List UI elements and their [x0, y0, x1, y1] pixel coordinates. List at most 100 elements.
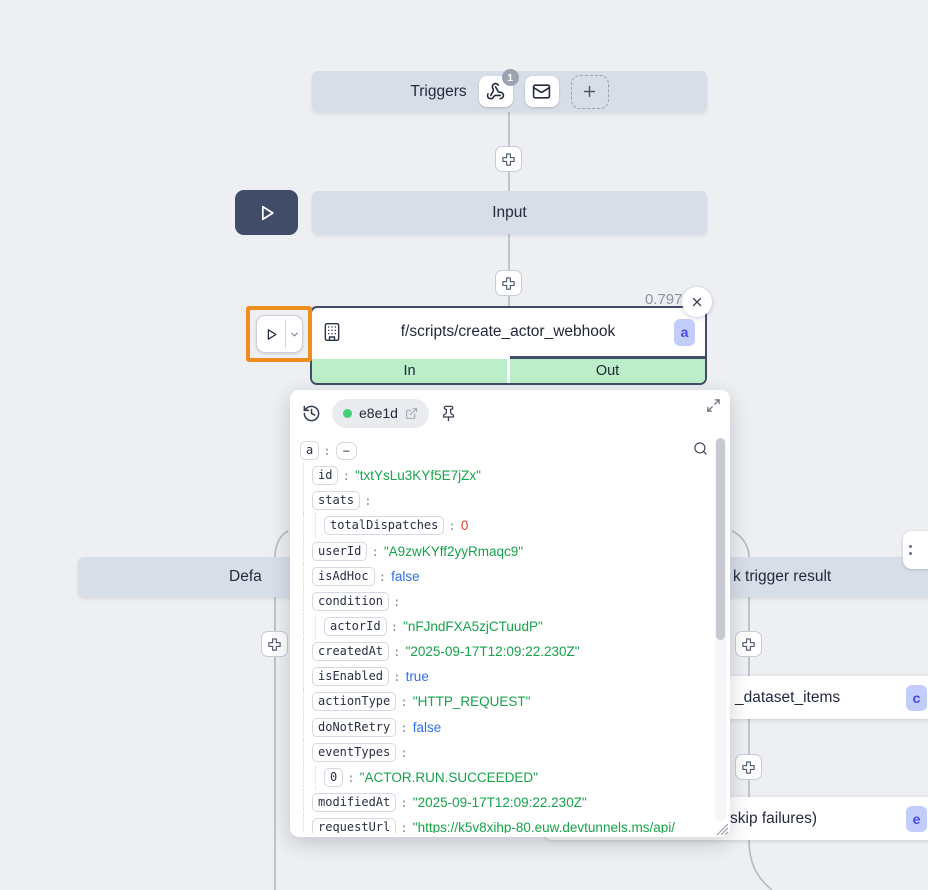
json-row: userId:"A9zwKYff2yyRmaqc9" — [300, 539, 700, 564]
indent-guide — [303, 463, 312, 488]
node-action-button[interactable] — [903, 531, 928, 569]
json-colon: : — [400, 820, 408, 833]
indent-guide — [315, 513, 324, 538]
json-key[interactable]: userId — [312, 542, 367, 561]
json-colon: : — [347, 770, 355, 785]
json-value: 0 — [461, 518, 469, 533]
run-status-dot — [343, 409, 352, 418]
webhook-count-badge: 1 — [502, 69, 519, 86]
json-value: "nFJndFXA5zjCTuudP" — [403, 619, 543, 634]
indent-guide — [303, 564, 312, 589]
insert-step-button[interactable] — [495, 270, 522, 296]
json-value: "https://k5v8xihp-80.euw.devtunnels.ms/a… — [413, 820, 675, 833]
step-id-badge: e — [906, 806, 927, 832]
tab-out[interactable]: Out — [510, 356, 705, 383]
indent-guide — [303, 765, 312, 790]
json-key[interactable]: stats — [312, 491, 360, 510]
webhook-icon — [486, 82, 505, 101]
json-key[interactable]: modifiedAt — [312, 793, 396, 812]
indent-guide — [303, 664, 312, 689]
json-key[interactable]: doNotRetry — [312, 718, 396, 737]
json-key[interactable]: actionType — [312, 692, 396, 711]
tab-in[interactable]: In — [312, 359, 507, 383]
json-colon: : — [393, 644, 401, 659]
insert-step-button[interactable] — [735, 631, 762, 657]
json-key[interactable]: isEnabled — [312, 667, 389, 686]
external-link-icon[interactable] — [405, 407, 418, 420]
script-node[interactable]: f/scripts/create_actor_webhook a In Out — [310, 306, 707, 385]
flow-canvas[interactable]: Triggers 1 — [0, 0, 928, 890]
input-label: Input — [492, 204, 526, 222]
run-step-split-button[interactable] — [256, 315, 303, 353]
json-key[interactable]: requestUrl — [312, 818, 396, 833]
indent-guide — [315, 765, 324, 790]
json-key[interactable]: totalDispatches — [324, 516, 444, 535]
json-key[interactable]: 0 — [324, 768, 343, 787]
triggers-node[interactable]: Triggers 1 — [312, 71, 707, 112]
json-value: true — [406, 669, 429, 684]
json-row: totalDispatches:0 — [300, 513, 700, 538]
indent-guide — [315, 614, 324, 639]
json-row: condition: — [300, 589, 700, 614]
json-colon: : — [393, 669, 401, 684]
run-flow-button[interactable] — [235, 190, 298, 235]
json-key[interactable]: actorId — [324, 617, 387, 636]
json-key[interactable]: condition — [312, 592, 389, 611]
indent-guide — [303, 815, 312, 833]
run-options-button[interactable] — [286, 316, 302, 352]
json-row: id:"txtYsLu3KYf5E7jZx" — [300, 463, 700, 488]
json-colon: : — [448, 518, 456, 533]
pin-icon[interactable] — [440, 405, 457, 422]
add-trigger-button[interactable] — [571, 75, 609, 109]
insert-step-button[interactable] — [495, 146, 522, 172]
indent-guide — [303, 689, 312, 714]
dataset-items-label: _dataset_items — [735, 689, 840, 707]
json-key[interactable]: eventTypes — [312, 743, 396, 762]
insert-plus-icon — [741, 760, 756, 775]
insert-step-button[interactable] — [261, 631, 288, 657]
resize-handle[interactable] — [715, 822, 728, 835]
json-value: false — [391, 569, 420, 584]
indent-guide — [303, 639, 312, 664]
run-step-button[interactable] — [257, 316, 285, 352]
webhook-trigger-button[interactable]: 1 — [479, 76, 513, 107]
indent-guide — [303, 539, 312, 564]
building-icon — [322, 322, 342, 342]
insert-plus-icon — [501, 152, 516, 167]
json-key[interactable]: id — [312, 466, 338, 485]
history-icon[interactable] — [302, 404, 321, 423]
json-key[interactable]: isAdHoc — [312, 567, 375, 586]
maximize-icon — [706, 398, 721, 413]
skip-failures-label: skip failures) — [730, 810, 817, 828]
json-colon: : — [364, 493, 372, 508]
json-row: isAdHoc:false — [300, 564, 700, 589]
json-colon: : — [323, 443, 331, 458]
json-row: doNotRetry:false — [300, 715, 700, 740]
indent-guide — [303, 715, 312, 740]
popup-scrollbar-thumb[interactable] — [716, 438, 725, 640]
email-trigger-button[interactable] — [525, 76, 559, 107]
indent-guide — [303, 790, 312, 815]
json-colon: : — [391, 619, 399, 634]
expand-popup-button[interactable] — [706, 398, 721, 418]
collapse-toggle[interactable]: − — [336, 442, 357, 460]
branch-right-label: k trigger result — [733, 568, 831, 586]
popup-scrollbar[interactable] — [715, 438, 726, 821]
indent-guide — [303, 740, 312, 765]
insert-plus-icon — [741, 637, 756, 652]
result-popup-header: e8e1d — [290, 390, 730, 436]
json-key[interactable]: createdAt — [312, 642, 389, 661]
json-colon: : — [400, 720, 408, 735]
result-popup[interactable]: e8e1d a:−id:"txtYsLu3KYf5E7jZx"stats:tot… — [290, 390, 730, 837]
insert-step-button[interactable] — [735, 754, 762, 780]
run-id-pill[interactable]: e8e1d — [332, 399, 429, 428]
mail-icon — [532, 82, 551, 101]
json-colon: : — [371, 544, 379, 559]
indent-guide — [303, 589, 312, 614]
json-colon: : — [400, 795, 408, 810]
close-result-button[interactable] — [682, 287, 712, 317]
json-key[interactable]: a — [300, 441, 319, 460]
input-node[interactable]: Input — [312, 191, 707, 234]
json-value: "2025-09-17T12:09:22.230Z" — [406, 644, 580, 659]
json-row: a:− — [300, 438, 700, 463]
